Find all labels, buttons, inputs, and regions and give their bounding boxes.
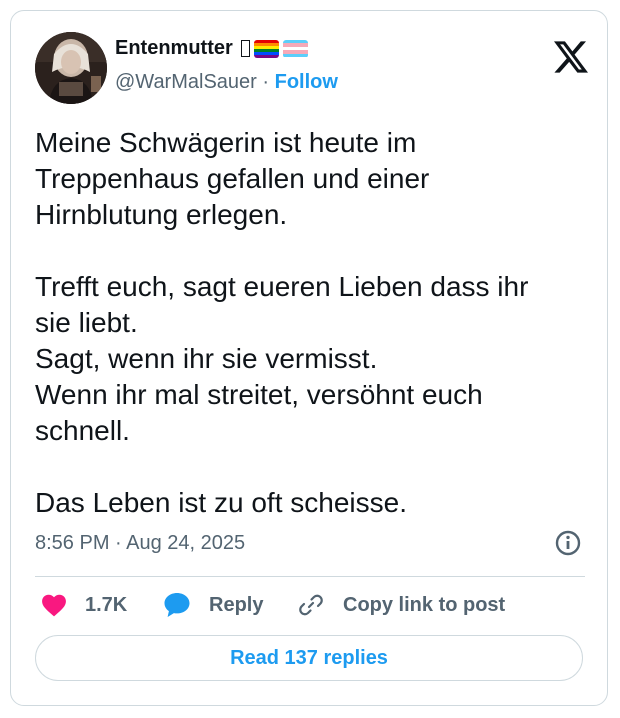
display-name-text: Entenmutter	[115, 37, 233, 59]
tweet-line: Meine Schwägerin ist heute im	[35, 127, 417, 158]
tweet-line: Wenn ihr mal streitet, versöhnt euch	[35, 379, 483, 410]
read-replies-label: Read 137 replies	[230, 646, 388, 669]
copy-link-button[interactable]: Copy link to post	[297, 589, 505, 621]
display-name[interactable]: Entenmutter	[115, 37, 308, 60]
tweet-line: sie liebt.	[35, 307, 138, 338]
avatar[interactable]	[35, 32, 107, 104]
info-icon[interactable]	[554, 529, 582, 557]
tweet-line: Sagt, wenn ihr sie vermisst.	[35, 343, 378, 374]
x-logo-icon[interactable]	[554, 41, 588, 73]
tweet-line: Treppenhaus gefallen und einer	[35, 163, 430, 194]
user-handle[interactable]: @WarMalSauer	[115, 71, 257, 93]
like-button[interactable]: 1.7K	[41, 589, 127, 621]
follow-button[interactable]: Follow	[275, 71, 338, 93]
reply-label: Reply	[209, 593, 264, 616]
handle-row: @WarMalSauer · Follow	[115, 71, 338, 94]
handle-separator: ·	[262, 71, 270, 93]
copy-link-label: Copy link to post	[343, 593, 506, 616]
speech-bubble-icon	[164, 593, 190, 617]
heart-icon	[42, 594, 66, 617]
timestamp[interactable]: 8:56 PM · Aug 24, 2025	[35, 532, 245, 555]
divider	[35, 576, 585, 577]
tweet-line: Hirnblutung erlegen.	[35, 199, 288, 230]
avatar-image	[35, 32, 107, 104]
transgender-flag-icon	[282, 39, 308, 58]
tweet-text: Meine Schwägerin ist heute im Treppenhau…	[35, 125, 595, 521]
tweet-line: schnell.	[35, 415, 130, 446]
emoji-placeholder-icon	[240, 40, 250, 57]
reply-button[interactable]: Reply	[163, 589, 263, 621]
tweet-card: Entenmutter @WarMalSauer · Follow Meine …	[10, 10, 608, 706]
rainbow-flag-icon	[253, 39, 279, 58]
like-count: 1.7K	[85, 593, 128, 616]
tweet-line: Das Leben ist zu oft scheisse.	[35, 487, 407, 518]
link-icon	[299, 594, 323, 616]
tweet-line: Trefft euch, sagt eueren Lieben dass ihr	[35, 271, 529, 302]
read-replies-button[interactable]: Read 137 replies	[35, 635, 583, 681]
